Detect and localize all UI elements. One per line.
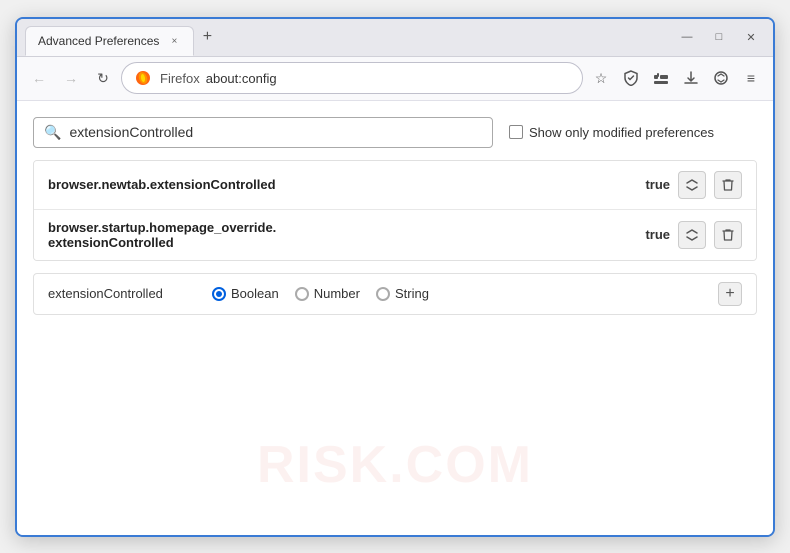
content-area: RISK.COM 🔍 Show only modified preference… <box>17 101 773 535</box>
watermark: RISK.COM <box>257 435 533 495</box>
shield-icon[interactable] <box>617 64 645 92</box>
new-pref-name: extensionControlled <box>48 286 188 301</box>
radio-string[interactable]: String <box>376 286 429 301</box>
radio-string-label: String <box>395 286 429 301</box>
forward-button[interactable]: → <box>57 64 85 92</box>
search-box: 🔍 <box>33 117 493 148</box>
modified-only-checkbox[interactable] <box>509 125 523 139</box>
delete-button[interactable] <box>714 221 742 249</box>
window-controls: — □ ✕ <box>673 27 765 47</box>
pref-name: browser.newtab.extensionControlled <box>48 177 633 192</box>
row-actions <box>678 221 742 249</box>
radio-number[interactable]: Number <box>295 286 360 301</box>
toolbar-icons: ☆ <box>587 64 765 92</box>
radio-number-circle <box>295 287 309 301</box>
radio-boolean-label: Boolean <box>231 286 279 301</box>
add-new-row: extensionControlled Boolean Number <box>33 273 757 315</box>
radio-boolean-inner <box>216 291 222 297</box>
address-url: about:config <box>206 71 277 86</box>
site-name: Firefox <box>160 71 200 86</box>
menu-icon[interactable]: ≡ <box>737 64 765 92</box>
browser-window: Advanced Preferences × + — □ ✕ ← → ↻ Fir <box>15 17 775 537</box>
bookmark-icon[interactable]: ☆ <box>587 64 615 92</box>
tab-close-button[interactable]: × <box>167 34 181 48</box>
close-button[interactable]: ✕ <box>737 27 765 47</box>
add-plus-button[interactable]: + <box>718 282 742 306</box>
active-tab[interactable]: Advanced Preferences × <box>25 26 194 56</box>
type-options: Boolean Number String <box>212 286 429 301</box>
title-bar: Advanced Preferences × + — □ ✕ <box>17 19 773 57</box>
pref-value: true <box>633 177 670 192</box>
minimize-button[interactable]: — <box>673 27 701 47</box>
checkbox-label-text: Show only modified preferences <box>529 125 714 140</box>
refresh-button[interactable]: ↻ <box>89 64 117 92</box>
firefox-icon <box>134 69 152 87</box>
modified-only-checkbox-label[interactable]: Show only modified preferences <box>509 125 714 140</box>
maximize-button[interactable]: □ <box>705 27 733 47</box>
radio-number-label: Number <box>314 286 360 301</box>
back-button[interactable]: ← <box>25 64 53 92</box>
pref-name: browser.startup.homepage_override. exten… <box>48 220 633 250</box>
radio-boolean-circle <box>212 287 226 301</box>
radio-boolean[interactable]: Boolean <box>212 286 279 301</box>
sync-icon[interactable] <box>707 64 735 92</box>
search-icon: 🔍 <box>44 124 61 141</box>
extension-icon[interactable] <box>647 64 675 92</box>
radio-string-circle <box>376 287 390 301</box>
toggle-button[interactable] <box>678 221 706 249</box>
new-tab-button[interactable]: + <box>194 24 220 50</box>
address-bar[interactable]: Firefox about:config <box>121 62 583 94</box>
download-icon[interactable] <box>677 64 705 92</box>
table-row: browser.newtab.extensionControlled true <box>34 161 756 210</box>
tab-title: Advanced Preferences <box>38 34 159 48</box>
address-text: Firefox about:config <box>160 71 277 86</box>
table-row: browser.startup.homepage_override. exten… <box>34 210 756 260</box>
toggle-button[interactable] <box>678 171 706 199</box>
results-table: browser.newtab.extensionControlled true <box>33 160 757 261</box>
row-actions <box>678 171 742 199</box>
search-input[interactable] <box>69 124 482 140</box>
navigation-bar: ← → ↻ Firefox about:config ☆ <box>17 57 773 101</box>
search-row: 🔍 Show only modified preferences <box>33 117 757 148</box>
delete-button[interactable] <box>714 171 742 199</box>
pref-value: true <box>633 227 670 242</box>
